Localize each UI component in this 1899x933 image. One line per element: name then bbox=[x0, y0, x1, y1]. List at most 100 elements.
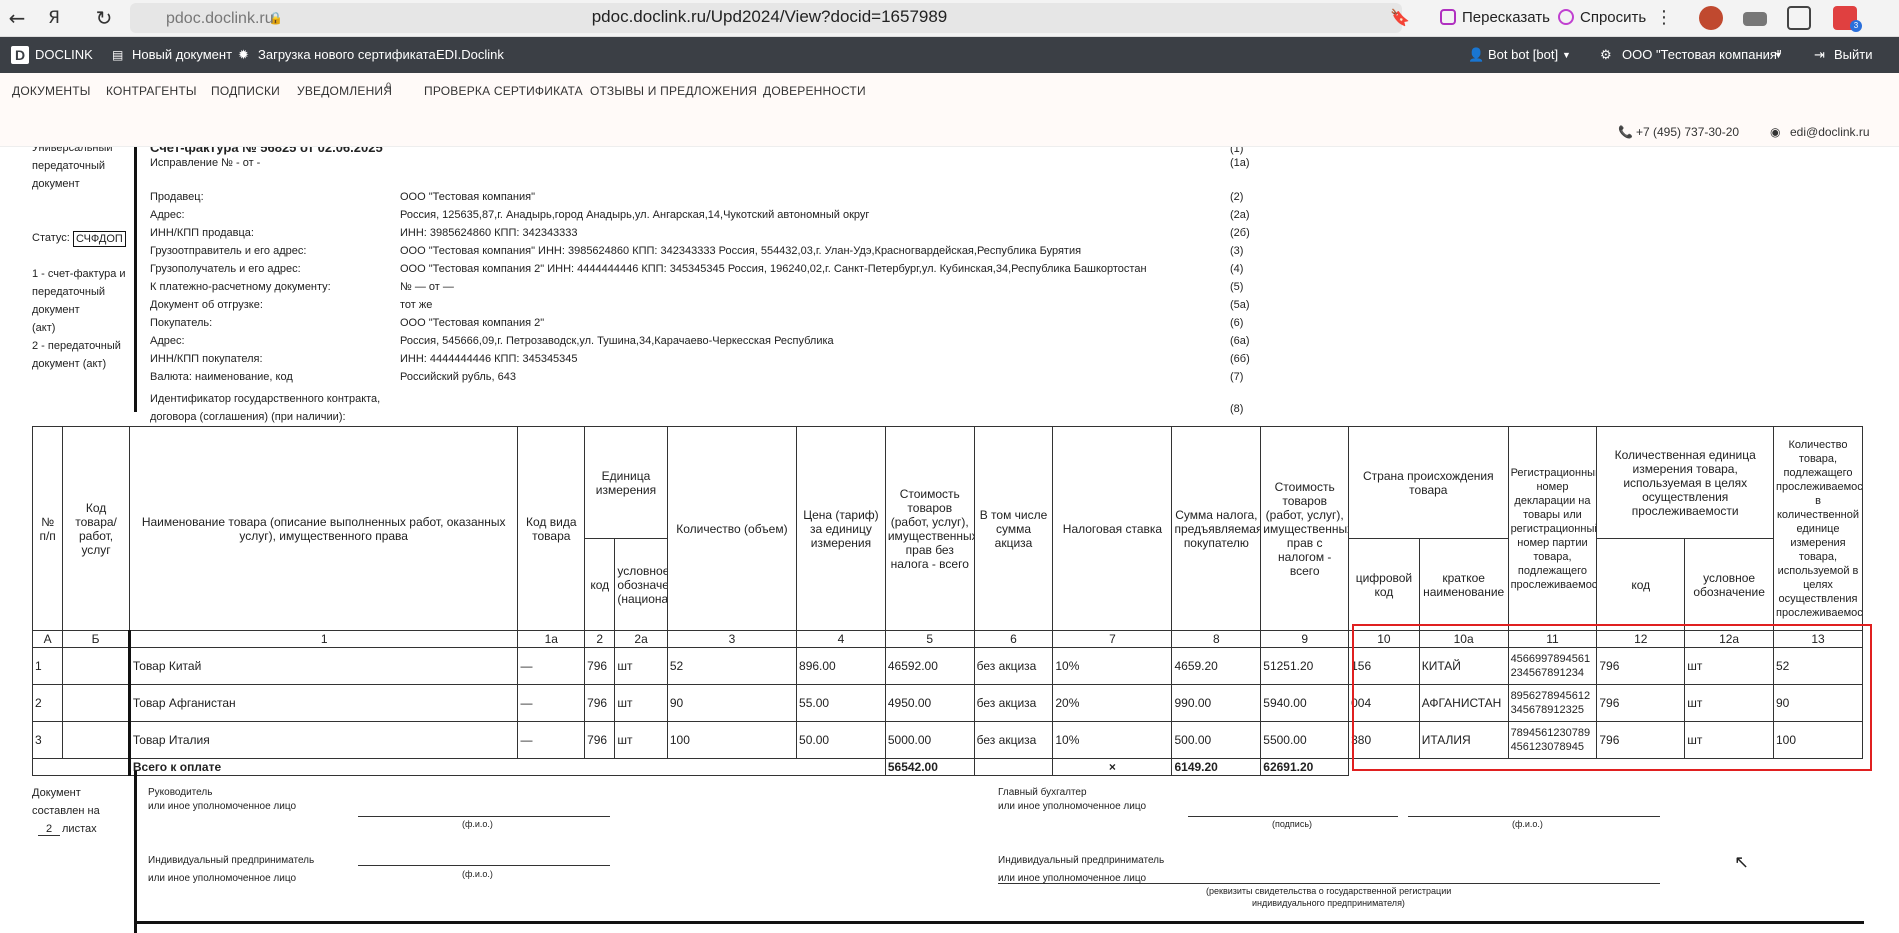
user-menu[interactable]: Bot bot [bot] bbox=[1488, 47, 1558, 63]
menu-subscriptions[interactable]: ПОДПИСКИ bbox=[211, 84, 280, 98]
extension-icon[interactable] bbox=[1743, 12, 1767, 26]
field-code: (7) bbox=[1230, 371, 1244, 383]
table-cell: шт bbox=[614, 647, 668, 685]
bookmark-icon[interactable]: 🔖 bbox=[1386, 4, 1414, 32]
browser-toolbar: ← Я ↻ 🔒 pdoc.doclink.ru pdoc.doclink.ru/… bbox=[0, 0, 1899, 37]
th-price: Цена (тариф) за единицу измерения bbox=[796, 426, 886, 631]
total-rate: × bbox=[1052, 758, 1173, 776]
table-cell bbox=[62, 684, 130, 722]
field-value: ООО "Тестовая компания" bbox=[400, 191, 536, 203]
company-menu[interactable]: ООО "Тестовая компания" bbox=[1622, 47, 1782, 63]
field-label: Адрес: bbox=[150, 209, 185, 221]
field-code: (1) bbox=[1230, 147, 1244, 155]
ip-label: Индивидуальный предприниматель bbox=[148, 855, 315, 866]
chevron-down-icon: ▼ bbox=[1562, 50, 1571, 60]
more-icon[interactable]: ⋮ bbox=[1650, 4, 1678, 32]
extension-badge: 3 bbox=[1850, 20, 1862, 32]
status-label: Статус: bbox=[32, 232, 70, 244]
th-qty: Количество (объем) bbox=[666, 426, 798, 631]
table-cell: Товар Афганистан bbox=[127, 684, 519, 722]
column-number: А bbox=[31, 630, 64, 648]
doc-type-line: документ bbox=[32, 178, 80, 190]
menu-feedback[interactable]: ОТЗЫВЫ И ПРЕДЛОЖЕНИЯ bbox=[590, 84, 757, 98]
th-trace-qty: Количество товара, подлежащего прослежив… bbox=[1773, 426, 1863, 631]
mouse-cursor-icon: ↖ bbox=[1734, 852, 1750, 872]
table-cell: 1 bbox=[31, 647, 64, 685]
status-desc: 2 - передаточный bbox=[32, 340, 121, 352]
company-gear-icon: ⚙ bbox=[1600, 47, 1612, 62]
phone-icon: 📞 bbox=[1618, 125, 1633, 139]
user-icon: 👤 bbox=[1468, 47, 1485, 62]
fio-caption: (ф.и.о.) bbox=[1512, 819, 1543, 829]
head-label: Руководитель bbox=[148, 787, 213, 798]
field-value: тот же bbox=[400, 299, 433, 311]
status-desc: документ bbox=[32, 304, 80, 316]
menu-certificate-check[interactable]: ПРОВЕРКА СЕРТИФИКАТА bbox=[424, 84, 583, 98]
menu-documents[interactable]: ДОКУМЕНТЫ bbox=[12, 84, 91, 98]
field-label: Грузоотправитель и его адрес: bbox=[150, 245, 307, 257]
chevron-down-icon: ▼ bbox=[1774, 50, 1783, 60]
field-label: Продавец: bbox=[150, 191, 204, 203]
field-label: Валюта: наименование, код bbox=[150, 371, 293, 383]
field-label: К платежно-расчетному документу: bbox=[150, 281, 331, 293]
gov-contract-label: договора (соглашения) (при наличии): bbox=[150, 411, 346, 423]
menu-notifications[interactable]: УВЕДОМЛЕНИЯ bbox=[297, 84, 392, 98]
requisites-caption: индивидуального предпринимателя) bbox=[1252, 898, 1405, 908]
extension-icon[interactable] bbox=[1787, 6, 1811, 30]
field-code: (2а) bbox=[1230, 209, 1250, 221]
table-cell: 4950.00 bbox=[884, 684, 975, 722]
document-icon: ▤ bbox=[112, 48, 124, 62]
logout-link[interactable]: Выйти bbox=[1834, 47, 1873, 63]
status-value: СЧФДОП bbox=[73, 231, 126, 247]
email-address[interactable]: edi@doclink.ru bbox=[1790, 125, 1870, 139]
field-value: Россия, 125635,87,г. Анадырь,город Анады… bbox=[400, 209, 870, 221]
ip-signature-line bbox=[358, 865, 610, 866]
table-cell: 5500.00 bbox=[1260, 721, 1350, 759]
th-trace-code: код bbox=[1596, 538, 1686, 631]
table-cell: — bbox=[517, 684, 586, 722]
app-header: D DOCLINK ▤ Новый документ ✹ Загрузка но… bbox=[0, 37, 1899, 73]
column-number: 5 bbox=[884, 630, 975, 648]
invoice-title: Счет-фактура № 56825 от 02.06.2025 bbox=[150, 147, 383, 155]
th-country-name: краткое наименование bbox=[1418, 538, 1509, 631]
column-number: 2а bbox=[614, 630, 668, 648]
th-kind: Код вида товара bbox=[517, 426, 586, 631]
table-cell: без акциза bbox=[973, 647, 1054, 685]
field-code: (1а) bbox=[1230, 157, 1250, 169]
th-excise: В том числе сумма акциза bbox=[973, 426, 1054, 631]
doc-type-line: Универсальный bbox=[32, 147, 113, 154]
retell-button[interactable]: Пересказать bbox=[1436, 5, 1550, 31]
load-certificate-link[interactable]: Загрузка нового сертификата bbox=[258, 47, 436, 63]
ask-button[interactable]: Спросить bbox=[1554, 5, 1646, 31]
table-cell bbox=[62, 721, 130, 759]
field-value: ИНН: 3985624860 КПП: 342343333 bbox=[400, 227, 578, 239]
new-document-link[interactable]: Новый документ bbox=[132, 47, 232, 63]
th-trace-symbol: условное обозначение bbox=[1684, 538, 1774, 631]
menu-powers-of-attorney[interactable]: ДОВЕРЕННОСТИ bbox=[763, 84, 866, 98]
table-cell: 90 bbox=[666, 684, 798, 722]
status-desc: (акт) bbox=[32, 322, 56, 334]
table-cell: 500.00 bbox=[1171, 721, 1262, 759]
table-cell: Товар Китай bbox=[127, 647, 519, 685]
menu-contractors[interactable]: КОНТРАГЕНТЫ bbox=[106, 84, 197, 98]
extension-icon[interactable] bbox=[1699, 6, 1723, 30]
field-label: Грузополучатель и его адрес: bbox=[150, 263, 301, 275]
th-declaration: Регистрационный номер декларации на това… bbox=[1507, 426, 1598, 631]
edi-link[interactable]: EDI.Doclink bbox=[436, 47, 504, 63]
field-code: (2) bbox=[1230, 191, 1244, 203]
table-cell: 796 bbox=[584, 684, 616, 722]
table-cell: 51251.20 bbox=[1260, 647, 1350, 685]
field-value: ООО "Тестовая компания 2" ИНН: 444444444… bbox=[400, 263, 1147, 275]
ip-label: или иное уполномоченное лицо bbox=[148, 873, 297, 884]
status-desc: передаточный bbox=[32, 286, 106, 298]
table-cell: 990.00 bbox=[1171, 684, 1262, 722]
retell-label: Пересказать bbox=[1462, 9, 1550, 26]
fio-caption: (ф.и.о.) bbox=[462, 819, 493, 829]
ip-requisites-line bbox=[998, 883, 1660, 884]
gov-contract-label: Идентификатор государственного контракта… bbox=[150, 393, 381, 405]
table-cell: 46592.00 bbox=[884, 647, 975, 685]
column-number: 9 bbox=[1260, 630, 1350, 648]
field-label: ИНН/КПП покупателя: bbox=[150, 353, 263, 365]
header-divider bbox=[134, 147, 137, 412]
brand-link[interactable]: DOCLINK bbox=[35, 47, 93, 63]
